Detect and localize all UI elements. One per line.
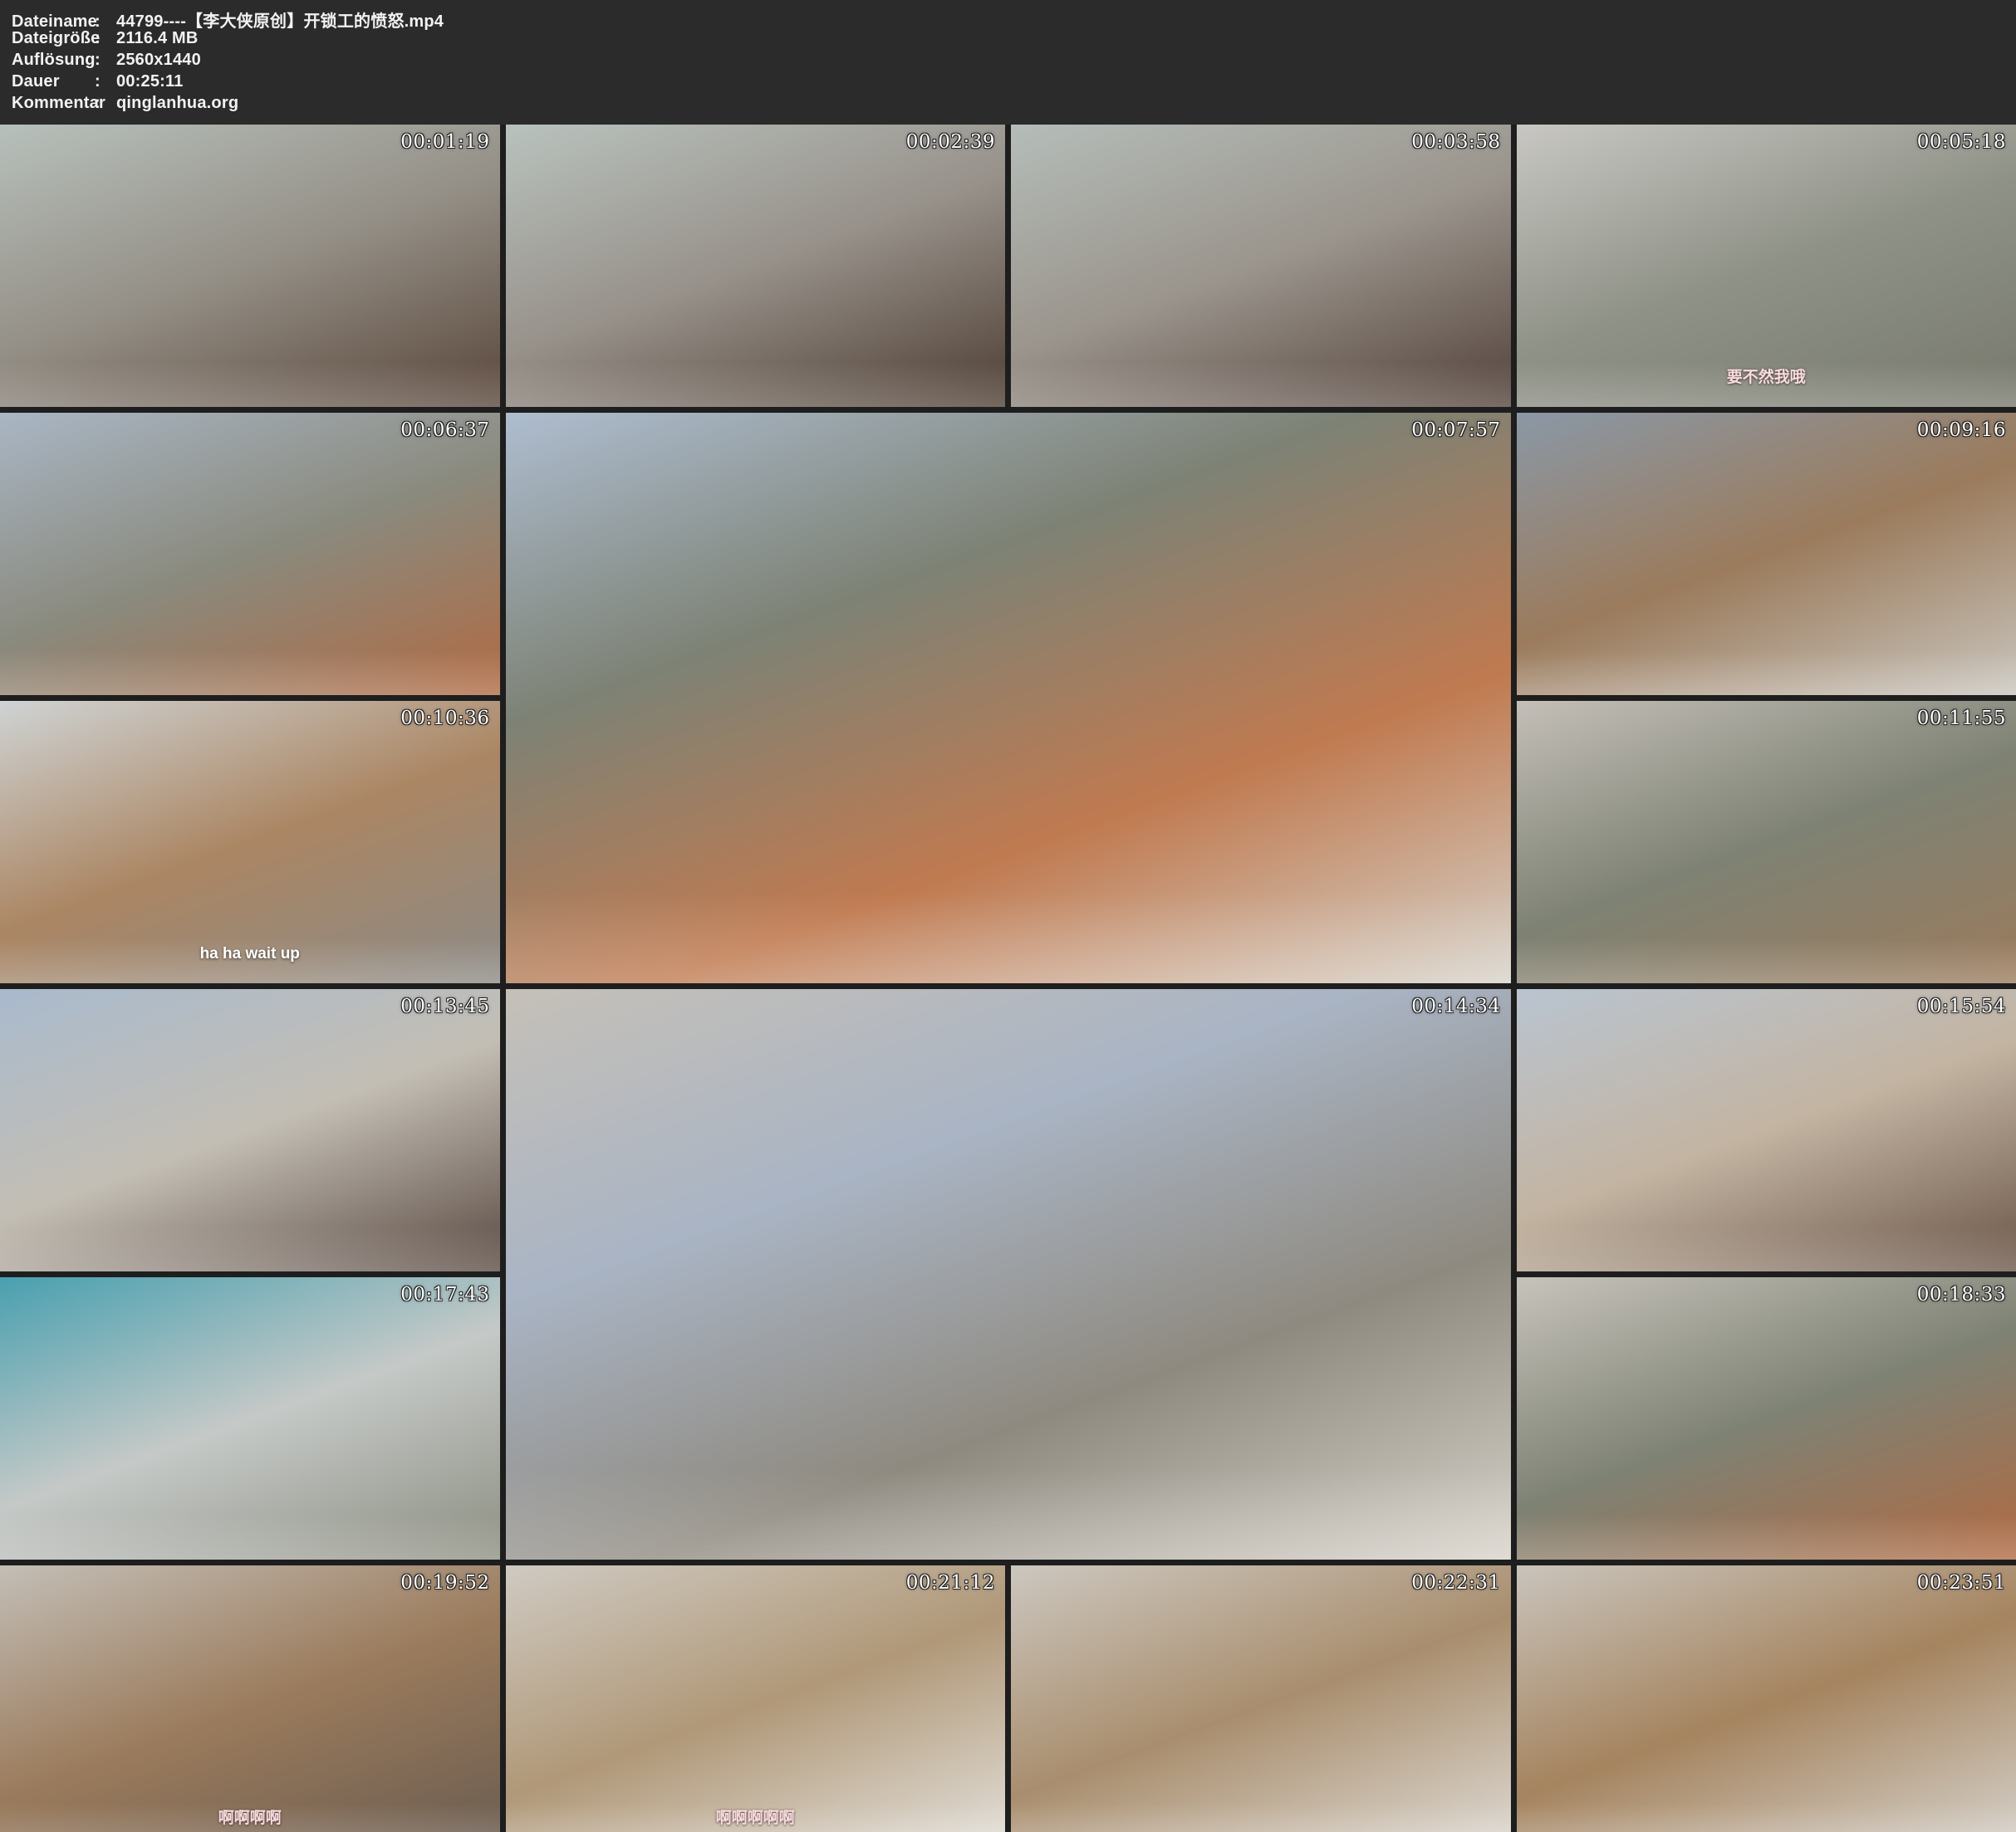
video-thumbnail-large: 00:07:57: [506, 413, 1511, 983]
meta-row-filename: Dateiname : 44799----【李大侠原创】开锁工的愤怒.mp4: [12, 7, 2004, 29]
meta-value-resolution: 2560x1440: [116, 51, 201, 70]
scene-placeholder: [0, 413, 500, 695]
scene-placeholder: [506, 413, 1511, 983]
timestamp-badge: 00:21:12: [906, 1572, 995, 1594]
video-thumbnail: 00:01:19: [0, 125, 500, 407]
scene-placeholder: [1517, 701, 2016, 983]
video-thumbnail: 00:17:43: [0, 1277, 500, 1560]
meta-separator: :: [95, 29, 116, 48]
video-thumbnail: 00:22:31: [1011, 1565, 1511, 1832]
meta-label-filesize: Dateigröße: [12, 29, 95, 48]
metadata-header: Dateiname : 44799----【李大侠原创】开锁工的愤怒.mp4 D…: [0, 0, 2016, 125]
meta-label-duration: Dauer: [12, 72, 95, 91]
timestamp-badge: 00:13:45: [400, 996, 489, 1017]
video-thumbnail: 00:19:52 啊啊啊啊: [0, 1565, 500, 1832]
video-thumbnail: 00:21:12 啊啊啊啊啊: [506, 1565, 1006, 1832]
timestamp-badge: 00:19:52: [400, 1572, 489, 1594]
timestamp-badge: 00:05:18: [1917, 131, 2006, 153]
timestamp-badge: 00:06:37: [400, 419, 489, 441]
timestamp-badge: 00:07:57: [1411, 419, 1500, 441]
meta-label-comment: Kommentar: [12, 94, 95, 113]
timestamp-badge: 00:03:58: [1411, 131, 1500, 153]
meta-row-filesize: Dateigröße : 2116.4 MB: [12, 29, 2004, 51]
scene-placeholder: [0, 701, 500, 983]
meta-label-resolution: Auflösung: [12, 51, 95, 70]
timestamp-badge: 00:10:36: [400, 708, 489, 729]
timestamp-badge: 00:15:54: [1917, 996, 2006, 1017]
timestamp-badge: 00:02:39: [906, 131, 995, 153]
subtitle-text: ha ha wait up: [0, 945, 500, 963]
scene-placeholder: [1011, 1565, 1511, 1832]
timestamp-badge: 00:11:55: [1917, 708, 2006, 729]
meta-separator: :: [95, 72, 116, 91]
meta-value-comment: qinglanhua.org: [116, 94, 238, 113]
video-thumbnail: 00:18:33: [1517, 1277, 2016, 1560]
video-thumbnail: 00:06:37: [0, 413, 500, 695]
thumbnail-grid: 00:01:19 00:02:39 00:03:58 00:05:18 要不然我…: [0, 125, 2016, 1832]
scene-placeholder: [506, 989, 1511, 1560]
timestamp-badge: 00:17:43: [400, 1284, 489, 1305]
meta-value-filename: 44799----【李大侠原创】开锁工的愤怒.mp4: [116, 7, 444, 32]
timestamp-badge: 00:23:51: [1917, 1572, 2006, 1594]
subtitle-text: 要不然我哦: [1517, 365, 2016, 387]
meta-row-comment: Kommentar : qinglanhua.org: [12, 94, 2004, 115]
video-thumbnail: 00:03:58: [1011, 125, 1511, 407]
timestamp-badge: 00:01:19: [400, 131, 489, 153]
timestamp-badge: 00:22:31: [1411, 1572, 1500, 1594]
meta-value-filesize: 2116.4 MB: [116, 29, 199, 48]
scene-placeholder: [1517, 1277, 2016, 1560]
scene-placeholder: [0, 989, 500, 1271]
scene-placeholder: [0, 1565, 500, 1832]
timestamp-badge: 00:09:16: [1917, 419, 2006, 441]
video-thumbnail: 00:11:55: [1517, 701, 2016, 983]
scene-placeholder: [1011, 125, 1511, 407]
scene-placeholder: [506, 125, 1006, 407]
timestamp-badge: 00:14:34: [1411, 996, 1500, 1017]
video-thumbnail: 00:10:36 ha ha wait up: [0, 701, 500, 983]
meta-separator: :: [95, 94, 116, 113]
subtitle-text: 啊啊啊啊: [0, 1805, 500, 1828]
video-thumbnail: 00:15:54: [1517, 989, 2016, 1271]
scene-placeholder: [506, 1565, 1006, 1832]
meta-separator: :: [95, 51, 116, 70]
meta-value-duration: 00:25:11: [116, 72, 184, 91]
video-thumbnail: 00:23:51: [1517, 1565, 2016, 1832]
meta-row-duration: Dauer : 00:25:11: [12, 72, 2004, 94]
scene-placeholder: [1517, 413, 2016, 695]
scene-placeholder: [0, 1277, 500, 1560]
meta-row-resolution: Auflösung : 2560x1440: [12, 51, 2004, 72]
scene-placeholder: [1517, 989, 2016, 1271]
scene-placeholder: [0, 125, 500, 407]
video-thumbnail: 00:09:16: [1517, 413, 2016, 695]
subtitle-text: 啊啊啊啊啊: [506, 1805, 1006, 1828]
video-thumbnail: 00:05:18 要不然我哦: [1517, 125, 2016, 407]
video-thumbnail: 00:13:45: [0, 989, 500, 1271]
video-thumbnail: 00:02:39: [506, 125, 1006, 407]
video-thumbnail-large: 00:14:34: [506, 989, 1511, 1560]
timestamp-badge: 00:18:33: [1917, 1284, 2006, 1305]
scene-placeholder: [1517, 1565, 2016, 1832]
